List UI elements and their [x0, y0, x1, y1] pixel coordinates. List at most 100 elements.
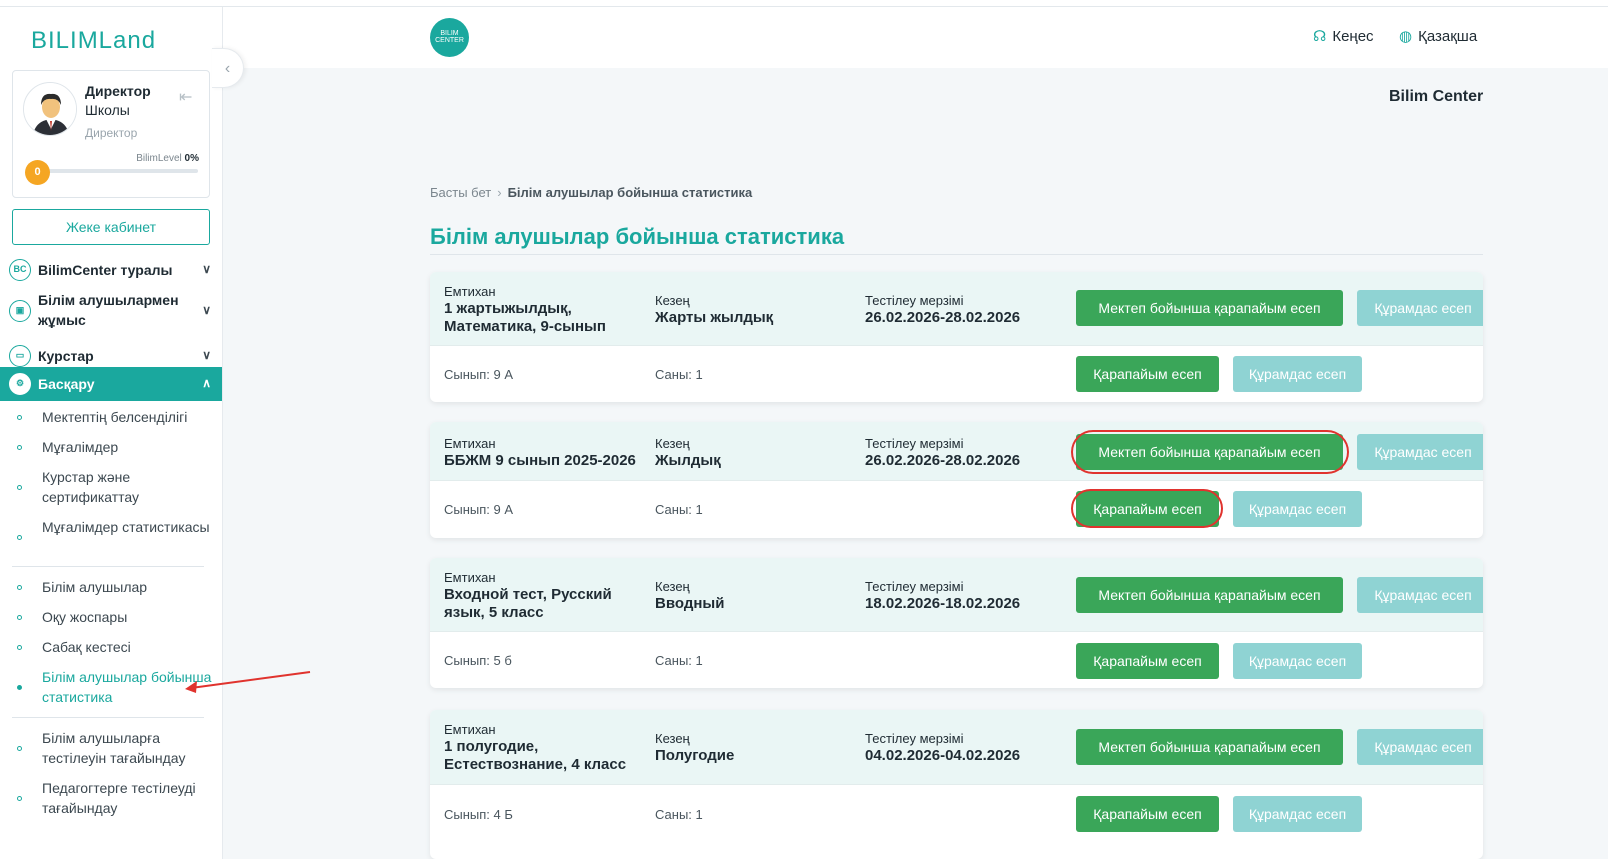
- period-value: Полугодие: [655, 747, 735, 764]
- highlight-ring: [1071, 430, 1349, 474]
- submenu-label: Педагогтерге тестілеуді тағайындау: [42, 780, 196, 816]
- class-text: Сынып: 5 б: [444, 653, 512, 668]
- annotation-arrow-icon: [185, 671, 311, 693]
- personal-cabinet-button[interactable]: Жеке кабинет: [12, 209, 210, 245]
- submenu-school-activity[interactable]: Мектептің белсенділігі: [0, 407, 222, 431]
- exam-name: 1 жартыжылдық, Математика, 9-сынып: [444, 300, 606, 335]
- period-label: Кезең: [655, 731, 690, 746]
- center-title: Bilim Center: [1389, 88, 1484, 105]
- period-value: Вводный: [655, 595, 725, 612]
- sidebar-collapse-button[interactable]: ‹: [212, 48, 244, 88]
- school-composite-report-button[interactable]: Құрамдас есеп: [1357, 577, 1483, 613]
- submenu-curriculum[interactable]: Оқу жоспары: [0, 607, 222, 631]
- profile-school: Школы: [85, 102, 130, 118]
- bilimlevel-text: BilimLevel 0%: [136, 153, 199, 164]
- breadcrumb: Басты бет › Білім алушылар бойынша статист…: [430, 185, 752, 200]
- submenu-schedule[interactable]: Сабақ кестесі: [0, 637, 222, 661]
- bilimlevel-label: BilimLevel: [136, 153, 182, 164]
- submenu-label: Курстар және сертификаттау: [42, 469, 140, 505]
- class-text: Сынып: 9 А: [444, 502, 514, 517]
- simple-report-button[interactable]: Қарапайым есеп: [1076, 796, 1219, 832]
- logout-icon[interactable]: ⇤: [179, 87, 192, 107]
- test-date-value: 26.02.2026-28.02.2026: [865, 452, 1021, 469]
- bilimlevel-badge: 0: [25, 160, 50, 185]
- sidebar: BILIMLand Директор Школы Директор ⇤ Bili…: [0, 7, 223, 859]
- bilimlevel-percent: 0%: [184, 153, 199, 164]
- submenu-label: Білім алушылар: [42, 579, 148, 595]
- submenu-label: Мұғалімдер: [42, 439, 119, 455]
- help-link[interactable]: ☊ Кеңес: [1313, 27, 1374, 45]
- count-text: Саны: 1: [655, 653, 703, 668]
- menu-label: Білім алушылармен жұмыс: [38, 292, 179, 328]
- test-date-value: 04.02.2026-04.02.2026: [865, 747, 1021, 764]
- submenu-teacher-statistics[interactable]: Мұғалімдер статистикасы: [0, 517, 222, 561]
- school-simple-report-button[interactable]: Мектеп бойынша қарапайым есеп: [1076, 729, 1343, 765]
- submenu-students[interactable]: Білім алушылар: [0, 577, 222, 601]
- bilimland-logo[interactable]: BILIMLand: [31, 27, 156, 55]
- composite-report-button[interactable]: Құрамдас есеп: [1233, 796, 1362, 832]
- period-value: Жарты жылдық: [655, 309, 774, 326]
- title-divider: [430, 254, 1483, 255]
- header: BILIM CENTER ☊ Кеңес ◍ Қазақша: [223, 7, 1608, 68]
- profile-role: Директор: [85, 126, 138, 140]
- school-simple-report-button[interactable]: Мектеп бойынша қарапайым есеп: [1076, 577, 1343, 613]
- bilim-center-logo[interactable]: BILIM CENTER: [430, 18, 469, 57]
- headset-icon: ☊: [1313, 28, 1327, 45]
- submenu-label: Сабақ кестесі: [42, 639, 131, 655]
- test-date-label: Тестілеу мерзімі: [865, 436, 964, 451]
- test-date-label: Тестілеу мерзімі: [865, 579, 964, 594]
- exam-name: ББЖМ 9 сынып 2025-2026: [444, 452, 636, 469]
- bullet-icon: [17, 445, 22, 450]
- bilimlevel-progress: [38, 169, 198, 173]
- bullet-icon: [17, 415, 22, 420]
- exam-label: Емтихан: [444, 570, 496, 585]
- language-selector[interactable]: ◍ Қазақша: [1399, 27, 1477, 45]
- chevron-down-icon: ∨: [202, 303, 211, 317]
- breadcrumb-separator-icon: ›: [497, 185, 502, 200]
- period-label: Кезең: [655, 579, 690, 594]
- count-text: Саны: 1: [655, 367, 703, 382]
- submenu-teachers[interactable]: Мұғалімдер: [0, 437, 222, 461]
- divider: [12, 566, 204, 567]
- bullet-icon: [17, 615, 22, 620]
- menu-label: Басқару: [38, 376, 95, 392]
- test-date-value: 26.02.2026-28.02.2026: [865, 309, 1021, 326]
- menu-item-management[interactable]: ⚙ Басқару ∧: [0, 367, 222, 401]
- chevron-down-icon: ∨: [202, 262, 211, 276]
- test-date-value: 18.02.2026-18.02.2026: [865, 595, 1021, 612]
- composite-report-button[interactable]: Құрамдас есеп: [1233, 643, 1362, 679]
- bc-icon: BC: [9, 259, 31, 281]
- exam-name: Входной тест, Русский язык, 5 класс: [444, 586, 612, 621]
- simple-report-button[interactable]: Қарапайым есеп: [1076, 643, 1219, 679]
- count-text: Саны: 1: [655, 502, 703, 517]
- language-label: Қазақша: [1418, 28, 1478, 45]
- menu-item-bilimcenter[interactable]: BC BilimCenter туралы ∨: [0, 253, 222, 287]
- highlight-ring: [1071, 489, 1223, 528]
- school-composite-report-button[interactable]: Құрамдас есеп: [1357, 729, 1483, 765]
- submenu-label: Мұғалімдер статистикасы: [42, 519, 210, 535]
- briefcase-icon: ▣: [9, 300, 31, 322]
- school-composite-report-button[interactable]: Құрамдас есеп: [1357, 290, 1483, 326]
- bullet-icon: [17, 796, 22, 801]
- bullet-icon: [17, 585, 22, 590]
- count-text: Саны: 1: [655, 807, 703, 822]
- submenu-assign-student-testing[interactable]: Білім алушыларға тестілеуін тағайындау: [0, 728, 222, 772]
- school-simple-report-button[interactable]: Мектеп бойынша қарапайым есеп: [1076, 290, 1343, 326]
- period-label: Кезең: [655, 293, 690, 308]
- menu-item-students-work[interactable]: ▣ Білім алушылармен жұмыс ∨: [0, 289, 222, 333]
- school-composite-report-button[interactable]: Құрамдас есеп: [1357, 434, 1483, 470]
- class-text: Сынып: 9 А: [444, 367, 514, 382]
- monitor-icon: ▭: [9, 345, 31, 367]
- gear-icon: ⚙: [9, 373, 31, 395]
- exam-label: Емтихан: [444, 436, 496, 451]
- exam-card: Емтихан 1 жартыжылдық, Математика, 9-сын…: [430, 272, 1483, 402]
- submenu-label: Мектептің белсенділігі: [42, 409, 188, 425]
- submenu-courses-certification[interactable]: Курстар және сертификаттау: [0, 467, 222, 511]
- composite-report-button[interactable]: Құрамдас есеп: [1233, 491, 1362, 527]
- exam-card: Емтихан 1 полугодие, Естествознание, 4 к…: [430, 710, 1483, 859]
- breadcrumb-home[interactable]: Басты бет: [430, 185, 491, 200]
- simple-report-button[interactable]: Қарапайым есеп: [1076, 356, 1219, 392]
- composite-report-button[interactable]: Құрамдас есеп: [1233, 356, 1362, 392]
- period-value: Жылдық: [655, 452, 721, 469]
- submenu-assign-teacher-testing[interactable]: Педагогтерге тестілеуді тағайындау: [0, 778, 222, 822]
